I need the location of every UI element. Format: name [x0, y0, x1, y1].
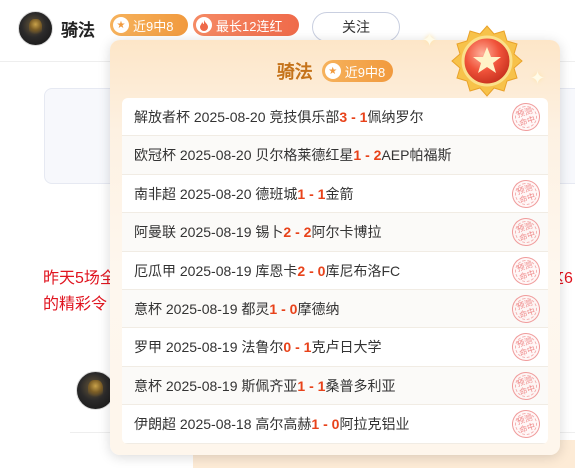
match-away-team: 金箭 — [325, 185, 354, 202]
recent-record-label: 近9中8 — [133, 18, 174, 34]
match-league: 意杯 — [134, 377, 162, 394]
match-date: 2025-08-18 — [179, 416, 252, 433]
match-list: 解放者杯 2025-08-20 竞技俱乐部3 - 1佩纳罗尔 预测 命中 欧冠杯 2… — [122, 98, 548, 444]
article-text-line-2: 的精彩令 — [43, 296, 108, 313]
match-date: 2025-08-20 — [193, 109, 266, 125]
match-home-team: 贝尔格莱德红星 — [255, 147, 354, 164]
match-away-team: 阿尔卡博拉 — [311, 224, 382, 241]
match-score-separator: - — [305, 377, 318, 394]
match-score-separator: - — [277, 300, 290, 317]
match-home-team: 法鲁尔 — [241, 339, 284, 356]
match-league: 罗甲 — [134, 339, 162, 356]
match-league: 意杯 — [134, 300, 162, 317]
match-score-separator: - — [291, 339, 304, 356]
match-score-separator: - — [319, 416, 332, 433]
match-score-separator: - — [305, 262, 318, 279]
prediction-hit-stamp: 预测 命中 — [508, 99, 544, 135]
match-away-team: 阿拉克铝业 — [339, 416, 410, 433]
popup-author-name: 骑法 — [276, 62, 313, 82]
streak-label: 最长12连红 — [216, 18, 283, 34]
match-score-separator: - — [291, 224, 304, 241]
author-name[interactable]: 骑法 — [61, 16, 95, 41]
sparkle-icon: ✦ — [422, 30, 438, 50]
match-away-team: 摩德纳 — [297, 300, 340, 317]
match-away-team: 桑普多利亚 — [325, 377, 396, 394]
match-home-team: 库恩卡 — [255, 262, 298, 279]
record-popup: ✦ ✦ 骑法 ★ 近9中8 解放者杯 2025-08-20 竞技俱乐部3 - 1… — [110, 25, 560, 455]
match-row[interactable]: 罗甲 2025-08-19 法鲁尔0 - 1克卢日大学 预测 命中 — [122, 328, 548, 367]
match-league: 解放者杯 — [134, 109, 190, 125]
prediction-hit-stamp: 预测 命中 — [508, 406, 544, 442]
match-home-team: 竞技俱乐部 — [269, 109, 340, 125]
match-score-separator: - — [305, 185, 318, 202]
match-date: 2025-08-19 — [179, 262, 252, 279]
follow-button[interactable]: 关注 — [312, 12, 400, 42]
match-league: 伊朗超 — [134, 416, 176, 433]
match-away-team: 库尼布洛FC — [325, 262, 401, 279]
match-row[interactable]: 解放者杯 2025-08-20 竞技俱乐部3 - 1佩纳罗尔 预测 命中 — [122, 98, 548, 137]
match-league: 欧冠杯 — [134, 147, 176, 164]
match-league: 阿曼联 — [134, 224, 176, 241]
popup-record-label: 近9中8 — [344, 64, 386, 80]
match-away-team: 克卢日大学 — [311, 339, 382, 356]
star-icon: ★ — [324, 63, 341, 79]
match-row[interactable]: 意杯 2025-08-19 斯佩齐亚1 - 1桑普多利亚 预测 命中 — [122, 366, 548, 406]
match-league: 南非超 — [134, 185, 176, 202]
article-text-line-1: 昨天5场全 — [43, 270, 116, 287]
match-home-team: 锡卜 — [255, 224, 284, 241]
match-home-team: 高尔高赫 — [255, 416, 312, 433]
popup-record-badge: ★ 近9中8 — [321, 60, 394, 82]
match-date: 2025-08-19 — [165, 339, 238, 356]
match-home-team: 斯佩齐亚 — [241, 377, 298, 394]
match-date: 2025-08-20 — [179, 147, 252, 164]
match-row[interactable]: 伊朗超 2025-08-18 高尔高赫1 - 0阿拉克铝业 预测 命中 — [122, 405, 548, 444]
streak-badge[interactable]: 最长12连红 — [193, 14, 299, 36]
match-row[interactable]: 阿曼联 2025-08-19 锡卜2 - 2阿尔卡博拉 预测 命中 — [122, 213, 548, 252]
match-date: 2025-08-19 — [179, 224, 252, 241]
match-score-separator: - — [361, 147, 374, 164]
match-row[interactable]: 南非超 2025-08-20 德班城1 - 1金箭 预测 命中 — [122, 175, 548, 214]
match-date: 2025-08-20 — [179, 185, 252, 202]
prediction-hit-stamp: 预测 命中 — [508, 329, 544, 365]
match-score-separator: - — [347, 109, 360, 125]
recent-record-badge[interactable]: ★ 近9中8 — [110, 14, 188, 36]
match-league: 厄瓜甲 — [134, 262, 176, 279]
star-icon: ★ — [113, 17, 129, 33]
match-away-team: 佩纳罗尔 — [367, 109, 424, 125]
prediction-hit-stamp: 预测 命中 — [508, 368, 544, 404]
match-away-team: AEP帕福斯 — [381, 147, 452, 164]
match-home-team: 都灵 — [241, 300, 270, 317]
match-row[interactable]: 意杯 2025-08-19 都灵1 - 0摩德纳 预测 命中 — [122, 289, 548, 329]
prediction-hit-stamp: 预测 命中 — [508, 252, 544, 289]
match-row[interactable]: 厄瓜甲 2025-08-19 库恩卡2 - 0库尼布洛FC 预测 命中 — [122, 252, 548, 290]
prediction-hit-stamp: 预测 命中 — [508, 176, 544, 212]
prediction-hit-stamp: 预测 命中 — [508, 291, 544, 327]
popup-title: 骑法 ★ 近9中8 — [110, 58, 560, 84]
match-date: 2025-08-19 — [165, 377, 238, 394]
prediction-hit-stamp: 预测 命中 — [508, 214, 544, 250]
match-row[interactable]: 欧冠杯 2025-08-20 贝尔格莱德红星1 - 2AEP帕福斯 — [122, 136, 548, 175]
author-avatar[interactable] — [18, 11, 53, 46]
match-home-team: 德班城 — [255, 185, 298, 202]
match-date: 2025-08-19 — [165, 300, 238, 317]
flame-icon — [196, 17, 212, 33]
